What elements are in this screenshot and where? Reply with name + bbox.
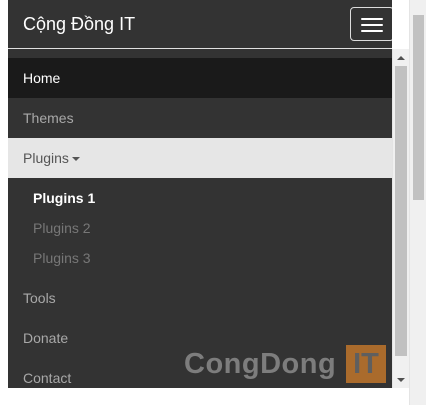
page-content: Cộng Đồng IT Home Themes Plugins Plugins…	[8, 0, 392, 388]
dropdown-item-plugins-1[interactable]: Plugins 1	[8, 183, 392, 213]
plugins-dropdown-menu: Plugins 1 Plugins 2 Plugins 3	[8, 178, 392, 278]
hamburger-icon-bar	[361, 18, 383, 20]
watermark-it-box: IT	[346, 345, 386, 383]
nav-item-plugins-label: Plugins	[23, 150, 69, 166]
hamburger-icon-bar	[361, 30, 383, 32]
dropdown-item-plugins-2[interactable]: Plugins 2	[8, 213, 392, 243]
scroll-down-button[interactable]	[393, 371, 409, 388]
nav-item-themes[interactable]: Themes	[8, 98, 392, 138]
watermark-box-text: IT	[353, 348, 379, 380]
nav-item-home[interactable]: Home	[8, 58, 392, 98]
browser-viewport: Cộng Đồng IT Home Themes Plugins Plugins…	[0, 0, 434, 405]
nav-item-plugins[interactable]: Plugins	[8, 138, 392, 178]
navbar-brand[interactable]: Cộng Đồng IT	[23, 13, 135, 35]
navbar-toggle-button[interactable]	[350, 7, 392, 41]
nav-item-tools[interactable]: Tools	[8, 278, 392, 318]
caret-down-icon	[71, 157, 80, 162]
dropdown-item-plugins-3[interactable]: Plugins 3	[8, 243, 392, 273]
hamburger-icon-bar	[361, 24, 383, 26]
inner-scrollbar[interactable]	[392, 49, 409, 388]
outer-scrollbar-thumb[interactable]	[413, 15, 424, 200]
scroll-up-button[interactable]	[393, 49, 409, 66]
watermark-text: CongDong	[184, 348, 337, 380]
outer-scrollbar[interactable]	[409, 0, 426, 405]
arrow-down-icon	[397, 378, 405, 382]
nav-menu: Home Themes Plugins Plugins 1 Plugins 2 …	[8, 58, 392, 388]
navbar: Cộng Đồng IT	[8, 0, 392, 49]
arrow-up-icon	[397, 56, 405, 60]
inner-scrollbar-thumb[interactable]	[395, 66, 407, 356]
congdong-it-watermark-logo: CongDong IT	[182, 343, 389, 385]
